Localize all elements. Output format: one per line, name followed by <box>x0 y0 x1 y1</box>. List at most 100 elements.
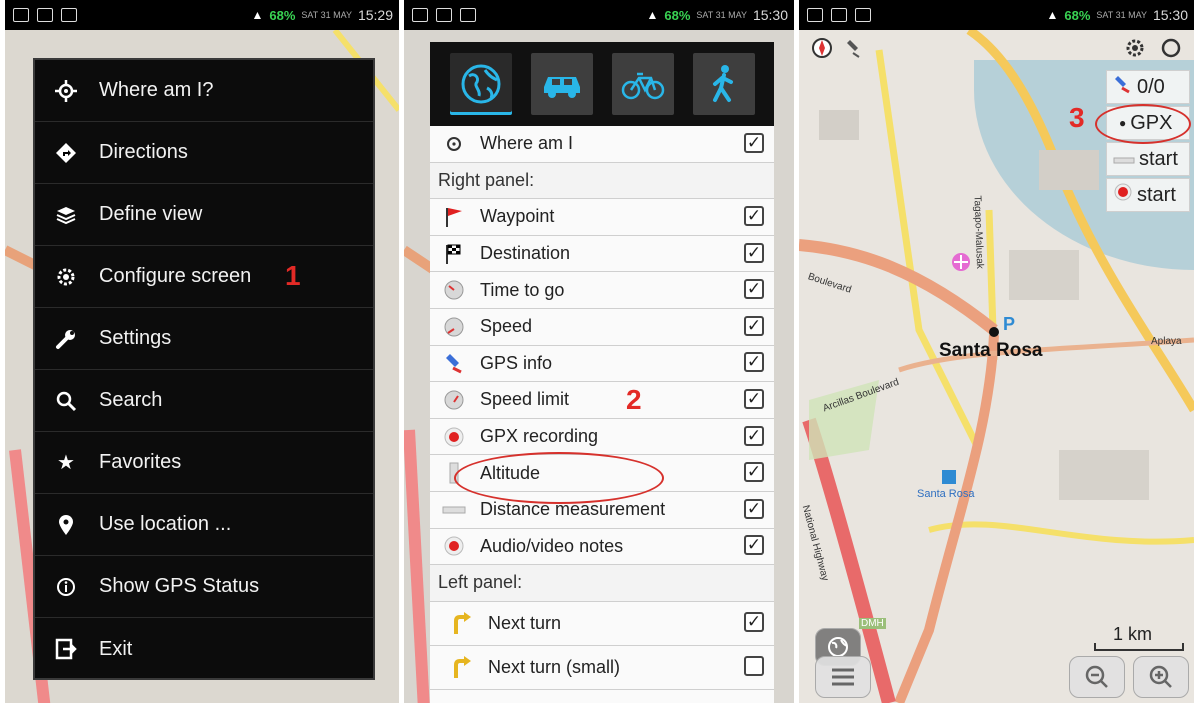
highlight-oval <box>1095 104 1191 144</box>
row-label: Where am I <box>480 133 574 154</box>
row-next-turn[interactable]: Next turn ✓ <box>430 602 774 646</box>
status-date: SAT 31 MAY <box>696 10 747 20</box>
checkbox-audio-video-notes[interactable]: ✓ <box>744 535 764 556</box>
map-scale-label: 1 km <box>1112 624 1152 644</box>
record-icon <box>442 425 466 449</box>
gear-icon <box>53 264 79 290</box>
satellite-icon <box>1113 74 1133 100</box>
checkbox-time-to-go[interactable]: ✓ <box>744 279 764 300</box>
refresh-icon[interactable] <box>1160 37 1182 64</box>
widget-distance-measurement[interactable]: start <box>1106 142 1190 176</box>
checkbox-altitude[interactable]: ✓ <box>744 462 764 483</box>
menu-item-exit[interactable]: Exit <box>35 618 373 680</box>
checkbox-waypoint[interactable]: ✓ <box>744 205 764 226</box>
zoom-out-button[interactable] <box>1069 656 1125 698</box>
widget-gps-info[interactable]: 0/0 <box>1106 70 1190 104</box>
hamburger-icon <box>832 668 854 686</box>
menu-item-where-am-i[interactable]: Where am I? <box>35 60 373 122</box>
storage-icon <box>855 8 871 22</box>
checkbox-speed[interactable]: ✓ <box>744 315 764 336</box>
menu-item-show-gps-status[interactable]: Show GPS Status <box>35 556 373 618</box>
callout-number: 3 <box>1069 102 1085 133</box>
row-label: Speed limit <box>480 389 570 410</box>
checkbox-gps-info[interactable]: ✓ <box>744 352 764 373</box>
row-label: GPS info <box>480 352 553 373</box>
row-speed-limit[interactable]: Speed limit ✓ 2 <box>430 382 774 419</box>
info-icon <box>53 574 79 600</box>
notification-icon <box>13 8 29 22</box>
battery-percent: 68% <box>269 7 296 23</box>
menu-item-search[interactable]: Search <box>35 370 373 432</box>
checkbox-gpx-recording[interactable]: ✓ <box>744 425 764 446</box>
row-where-am-i[interactable]: Where am I ✓ <box>430 126 774 163</box>
speed-limit-icon <box>442 388 466 412</box>
row-distance-measurement[interactable]: Distance measurement ✓ <box>430 492 774 529</box>
record-icon <box>1113 182 1133 208</box>
checkbox-next-turn-small[interactable] <box>744 656 764 677</box>
gear-icon[interactable] <box>1124 37 1146 64</box>
compass-icon[interactable] <box>811 37 833 64</box>
row-speed[interactable]: Speed ✓ <box>430 309 774 346</box>
mode-browse-map[interactable] <box>449 53 512 115</box>
mode-pedestrian[interactable] <box>692 53 755 115</box>
mode-bicycle[interactable] <box>611 53 674 115</box>
row-gpx-recording[interactable]: GPX recording ✓ <box>430 419 774 456</box>
mode-car[interactable] <box>530 53 593 115</box>
menu-item-directions[interactable]: Directions <box>35 122 373 184</box>
tracking-satellite-icon[interactable] <box>843 37 865 64</box>
wrench-icon <box>53 326 79 352</box>
menu-label: Show GPS Status <box>99 575 260 597</box>
speedometer-icon <box>442 315 466 339</box>
menu-item-define-view[interactable]: Define view <box>35 184 373 246</box>
row-audio-video-notes[interactable]: Audio/video notes ✓ <box>430 529 774 566</box>
status-time: 15:30 <box>752 7 788 23</box>
map-top-bar <box>799 30 1194 70</box>
status-bar: ▲ 68% SAT 31 MAY 15:29 <box>5 0 399 30</box>
row-label: Altitude <box>480 462 541 483</box>
screen-main-menu: ▲ 68% SAT 31 MAY 15:29 Where am I? Direc… <box>5 0 399 703</box>
checkbox-distance-measurement[interactable]: ✓ <box>744 498 764 519</box>
menu-label: Directions <box>99 141 188 163</box>
screen-configure-screen: ▲ 68% SAT 31 MAY 15:30 Where am I ✓ Righ… <box>404 0 794 703</box>
section-label: Left panel: <box>438 572 523 593</box>
pedestrian-icon <box>712 65 733 102</box>
flag-icon <box>442 205 466 229</box>
menu-label: Exit <box>99 637 133 660</box>
row-gps-info[interactable]: GPS info ✓ <box>430 346 774 383</box>
row-waypoint[interactable]: Waypoint ✓ <box>430 199 774 236</box>
globe-icon <box>461 64 500 104</box>
signal-icon: ▲ <box>1046 8 1059 22</box>
menu-item-configure-screen[interactable]: Configure screen 1 <box>35 246 373 308</box>
signal-icon: ▲ <box>646 8 659 22</box>
notification-icon <box>807 8 823 22</box>
row-altitude[interactable]: Altitude ✓ <box>430 455 774 492</box>
row-next-turn-small[interactable]: Next turn (small) <box>430 646 774 690</box>
map-road-label: DMH <box>859 618 886 629</box>
crosshair-icon <box>53 78 79 104</box>
directions-diamond-icon <box>53 140 79 166</box>
checkbox-next-turn[interactable]: ✓ <box>744 612 764 633</box>
row-label: Next turn <box>488 612 562 633</box>
row-label: Waypoint <box>480 206 555 227</box>
checkbox-destination[interactable]: ✓ <box>744 242 764 263</box>
row-time-to-go[interactable]: Time to go ✓ <box>430 272 774 309</box>
menu-label: Configure screen <box>99 265 252 287</box>
widget-audio-video-notes[interactable]: start <box>1106 178 1190 212</box>
menu-item-use-location[interactable]: Use location ... <box>35 494 373 556</box>
svg-text:P: P <box>1003 314 1015 334</box>
menu-label: Define view <box>99 203 203 225</box>
bicycle-icon <box>621 72 664 100</box>
record-icon <box>442 534 466 558</box>
notification-icon <box>412 8 428 22</box>
menu-button[interactable] <box>815 656 871 698</box>
map-road-label: Aplaya <box>1151 336 1182 347</box>
menu-label: Settings <box>99 327 172 349</box>
status-bar: ▲ 68% SAT 31 MAY 15:30 <box>799 0 1194 30</box>
zoom-in-button[interactable] <box>1133 656 1189 698</box>
checkbox-where-am-i[interactable]: ✓ <box>744 132 764 153</box>
checkbox-speed-limit[interactable]: ✓ <box>744 388 764 409</box>
menu-item-settings[interactable]: Settings <box>35 308 373 370</box>
clock-icon <box>442 278 466 302</box>
menu-item-favorites[interactable]: ★ Favorites <box>35 432 373 494</box>
row-destination[interactable]: Destination ✓ <box>430 236 774 273</box>
